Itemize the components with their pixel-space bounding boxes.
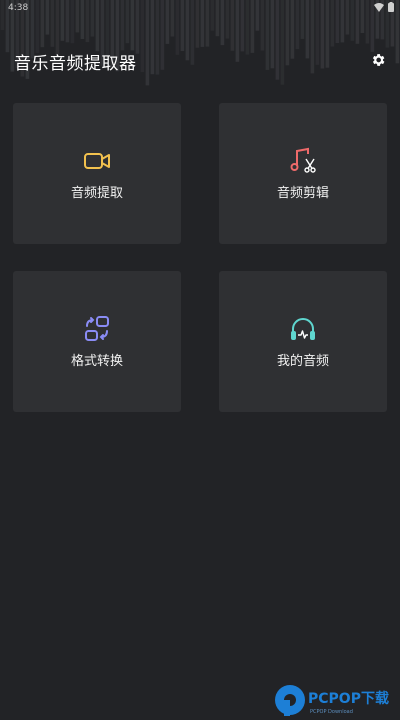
watermark-sub: PCPOP Download xyxy=(310,709,353,715)
card-label: 格式转换 xyxy=(70,354,123,369)
card-audio-extract[interactable]: 音频提取 xyxy=(13,103,181,244)
format-convert-icon xyxy=(85,316,109,341)
watermark-logo: PCPOP下载 PCPOP Download xyxy=(275,685,389,716)
watermark-brand: PCPOP下载 xyxy=(308,690,389,707)
status-bar: 4:38 xyxy=(0,0,400,16)
music-scissors-icon xyxy=(290,147,316,173)
card-audio-edit[interactable]: 音频剪辑 xyxy=(219,103,387,244)
wifi-icon xyxy=(374,2,384,12)
card-label: 我的音频 xyxy=(276,354,329,369)
app-title: 音乐音频提取器 xyxy=(14,54,137,74)
status-time: 4:38 xyxy=(8,3,29,13)
battery-icon xyxy=(388,2,394,12)
status-icons xyxy=(374,2,394,12)
headphones-icon xyxy=(291,318,315,340)
gear-icon[interactable] xyxy=(370,52,386,68)
video-camera-icon xyxy=(84,153,110,169)
card-label: 音频提取 xyxy=(70,186,123,201)
card-my-audio[interactable]: 我的音频 xyxy=(219,271,387,412)
card-format-convert[interactable]: 格式转换 xyxy=(13,271,181,412)
card-label: 音频剪辑 xyxy=(276,186,329,201)
